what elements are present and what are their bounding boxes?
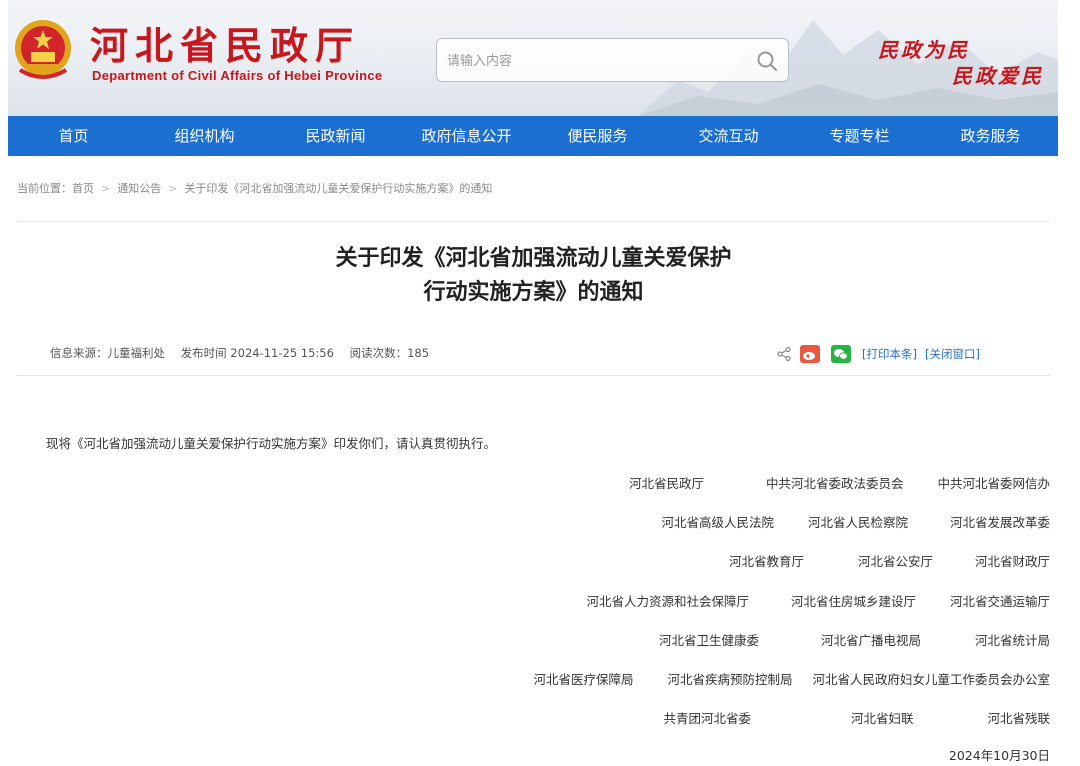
signatory: 河北省民政厅 (628, 476, 704, 491)
signatory: 河北省交通运输厅 (949, 594, 1050, 609)
nav-item-home[interactable]: 首页 (8, 116, 139, 156)
national-emblem-icon (15, 20, 71, 79)
search-box (436, 38, 789, 82)
read-count: 阅读次数：185 (349, 346, 430, 360)
print-link[interactable]: [打印本条] (862, 346, 917, 362)
nav-item-info-disclosure[interactable]: 政府信息公开 (401, 116, 532, 156)
slogan-line2: 民政爱民 (952, 64, 1044, 88)
close-window-link[interactable]: [关闭窗口] (925, 346, 980, 362)
signatory: 河北省医疗保障局 (533, 672, 634, 687)
search-input[interactable] (447, 50, 747, 72)
weibo-icon[interactable] (800, 345, 820, 363)
signatory-row: 河北省高级人民法院 河北省人民检察院 河北省发展改革委 (627, 512, 1050, 531)
breadcrumb-separator: > (168, 182, 178, 195)
search-icon[interactable] (756, 50, 778, 72)
signatory-row: 河北省医疗保障局 河北省疾病预防控制局 河北省人民政府妇女儿童工作委员会办公室 (499, 669, 1050, 688)
nav-item-organization[interactable]: 组织机构 (139, 116, 270, 156)
signatory: 河北省人民检察院 (807, 515, 908, 530)
signatory: 河北省人力资源和社会保障厅 (586, 594, 749, 609)
share-bar: [打印本条] [关闭窗口] (776, 344, 988, 364)
article-title-line1: 关于印发《河北省加强流动儿童关爱保护 (335, 246, 732, 271)
signatory: 河北省高级人民法院 (661, 515, 774, 530)
breadcrumb-prefix: 当前位置： (17, 182, 72, 195)
site-title[interactable]: 河北省民政厅 (90, 24, 360, 68)
nav-item-public-service[interactable]: 便民服务 (532, 116, 663, 156)
signatory: 河北省公安厅 (857, 554, 933, 569)
publish-time: 发布时间 2024-11-25 15:56 (180, 346, 334, 360)
signatory-row: 河北省民政厅 中共河北省委政法委员会 中共河北省委网信办 (595, 473, 1050, 492)
article-intro: 现将《河北省加强流动儿童关爱保护行动实施方案》印发你们，请认真贯彻执行。 (46, 436, 497, 451)
signatory: 河北省广播电视局 (820, 633, 921, 648)
article-title: 关于印发《河北省加强流动儿童关爱保护 行动实施方案》的通知 (200, 242, 867, 310)
site-header: 河北省民政厅 Department of Civil Affairs of He… (8, 0, 1058, 116)
nav-item-gov-service[interactable]: 政务服务 (925, 116, 1056, 156)
breadcrumb-section[interactable]: 通知公告 (117, 182, 161, 195)
signatory-row: 河北省人力资源和社会保障厅 河北省住房城乡建设厅 河北省交通运输厅 (552, 591, 1050, 610)
signatory: 河北省人民政府妇女儿童工作委员会办公室 (812, 672, 1050, 687)
signatory: 河北省疾病预防控制局 (667, 672, 793, 687)
main-nav: 首页 组织机构 民政新闻 政府信息公开 便民服务 交流互动 专题专栏 政务服务 (8, 116, 1058, 156)
document-date: 2024年10月30日 (948, 748, 1050, 763)
signatory-row: 共青团河北省委 河北省妇联 河北省残联 (629, 708, 1050, 727)
share-icon[interactable] (776, 346, 792, 362)
nav-item-interaction[interactable]: 交流互动 (663, 116, 794, 156)
wechat-icon[interactable] (831, 345, 851, 363)
breadcrumb: 当前位置：首页 > 通知公告 > 关于印发《河北省加强流动儿童关爱保护行动实施方案》的通… (17, 180, 492, 196)
divider (17, 221, 1050, 222)
signatory: 河北省住房城乡建设厅 (790, 594, 916, 609)
article-meta: 信息来源：儿童福利处 发布时间 2024-11-25 15:56 阅读次数：18… (50, 345, 441, 361)
signatory: 河北省残联 (987, 711, 1050, 726)
signatory: 河北省发展改革委 (949, 515, 1050, 530)
signatory: 河北省教育厅 (728, 554, 804, 569)
signatory: 河北省财政厅 (974, 554, 1050, 569)
site-subtitle: Department of Civil Affairs of Hebei Pro… (92, 68, 383, 83)
divider (17, 375, 1050, 376)
breadcrumb-home[interactable]: 首页 (72, 182, 94, 195)
article-title-line2: 行动实施方案》的通知 (423, 280, 644, 305)
signatory-row: 河北省卫生健康委 河北省广播电视局 河北省统计局 (625, 630, 1050, 649)
signatory-row: 河北省教育厅 河北省公安厅 河北省财政厅 (695, 551, 1050, 570)
signatory: 中共河北省委政法委员会 (765, 476, 904, 491)
nav-item-special-topics[interactable]: 专题专栏 (794, 116, 925, 156)
info-source: 信息来源：儿童福利处 (50, 346, 165, 360)
breadcrumb-separator: > (101, 182, 111, 195)
breadcrumb-current[interactable]: 关于印发《河北省加强流动儿童关爱保护行动实施方案》的通知 (184, 182, 492, 195)
signatory: 河北省统计局 (974, 633, 1050, 648)
nav-item-news[interactable]: 民政新闻 (270, 116, 401, 156)
signatory: 河北省卫生健康委 (658, 633, 759, 648)
signatory: 共青团河北省委 (663, 711, 751, 726)
signatory: 河北省妇联 (850, 711, 914, 726)
signatory: 中共河北省委网信办 (937, 476, 1050, 491)
slogan-line1: 民政为民 (878, 38, 970, 62)
